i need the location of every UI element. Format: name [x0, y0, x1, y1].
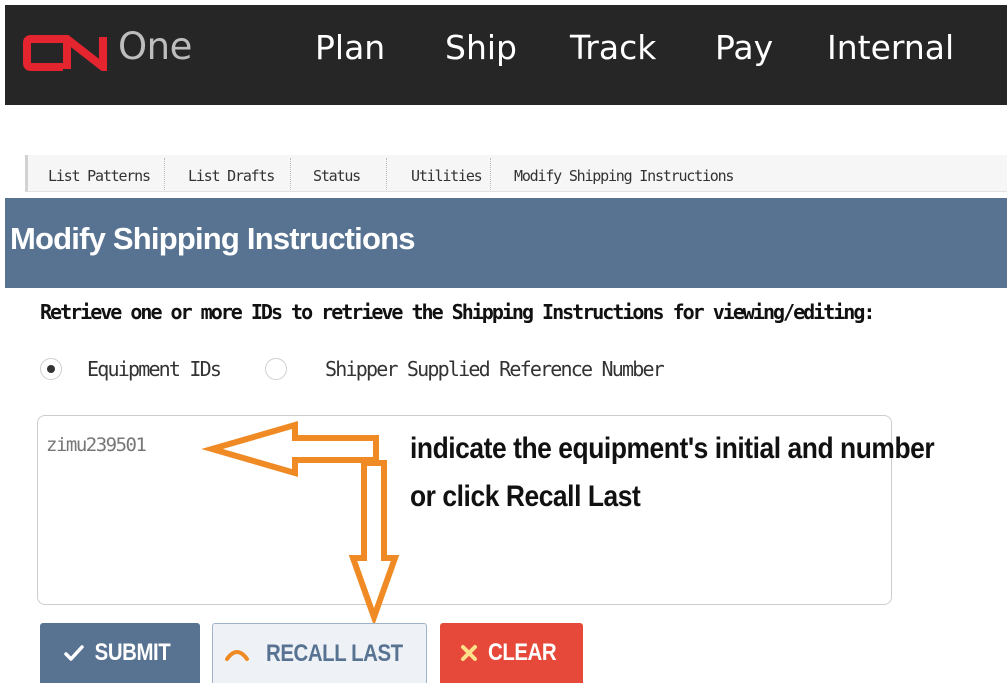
radio-label-equipment-ids[interactable]: Equipment IDs	[87, 357, 222, 381]
submit-button[interactable]: SUBMIT	[40, 623, 200, 683]
checkmark-icon	[63, 645, 84, 661]
tab-status[interactable]: Status	[313, 167, 361, 185]
tab-divider	[386, 158, 388, 190]
instruction-text: Retrieve one or more IDs to retrieve the…	[40, 300, 875, 324]
top-nav-bar: One Plan Ship Track Pay Internal	[5, 5, 1007, 105]
tab-divider	[490, 158, 492, 190]
arc-icon	[225, 649, 250, 661]
page-title-bar: Modify Shipping Instructions	[5, 198, 1007, 288]
nav-ship[interactable]: Ship	[445, 28, 517, 67]
sub-tab-bar: List Patterns List Drafts Status Utiliti…	[25, 155, 1007, 192]
cn-logo[interactable]	[23, 23, 111, 83]
page-title: Modify Shipping Instructions	[10, 221, 415, 256]
tab-list-patterns[interactable]: List Patterns	[48, 167, 151, 185]
radio-shipper-reference[interactable]	[265, 358, 287, 380]
clear-button[interactable]: CLEAR	[440, 623, 583, 683]
annotation-line-2: or click Recall Last	[410, 480, 641, 513]
submit-label: SUBMIT	[94, 639, 170, 666]
tab-divider	[164, 158, 166, 190]
nav-plan[interactable]: Plan	[315, 28, 385, 67]
tab-list-drafts[interactable]: List Drafts	[188, 167, 275, 185]
annotation-line-1: indicate the equipment's initial and num…	[410, 432, 935, 465]
recall-last-label: RECALL LAST	[266, 639, 403, 667]
app-name: One	[118, 25, 192, 68]
tab-divider	[290, 158, 292, 190]
nav-track[interactable]: Track	[570, 28, 656, 67]
nav-internal[interactable]: Internal	[827, 28, 954, 67]
clear-label: CLEAR	[488, 639, 557, 666]
radio-equipment-ids[interactable]	[40, 358, 62, 380]
cn-logo-icon	[23, 35, 107, 71]
recall-last-button[interactable]: RECALL LAST	[212, 623, 427, 683]
nav-pay[interactable]: Pay	[715, 28, 773, 67]
x-icon	[461, 645, 478, 661]
tab-utilities[interactable]: Utilities	[411, 167, 483, 185]
tab-modify-shipping-instructions[interactable]: Modify Shipping Instructions	[514, 167, 734, 185]
radio-selected-dot	[47, 365, 55, 373]
radio-label-shipper-reference[interactable]: Shipper Supplied Reference Number	[325, 357, 665, 381]
